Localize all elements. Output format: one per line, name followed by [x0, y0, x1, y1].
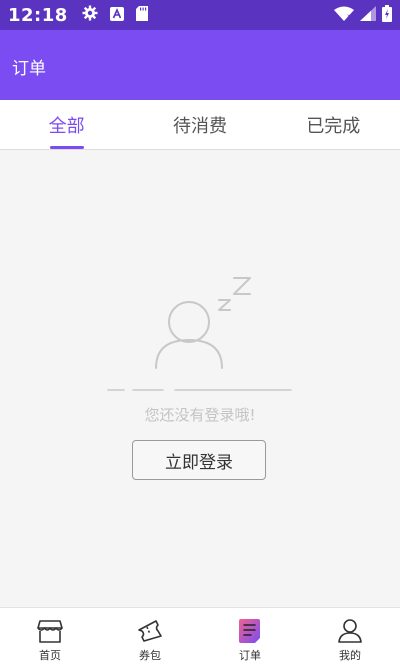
text-a-icon [109, 6, 124, 25]
order-tabs: 全部 待消费 已完成 [0, 100, 400, 150]
order-doc-icon [236, 618, 264, 644]
tab-all-label: 全部 [48, 115, 85, 137]
sd-card-icon [135, 5, 148, 25]
nav-item-coupons[interactable]: 券包 [100, 608, 200, 667]
battery-charging-icon [382, 4, 392, 26]
nav-label-orders: 订单 [239, 649, 261, 662]
wifi-icon: x [334, 6, 354, 25]
app-bar: 订单 [0, 30, 400, 100]
status-time: 12:18 [8, 4, 68, 26]
tab-active-indicator [49, 146, 84, 149]
profile-icon [336, 618, 364, 644]
tab-pending-label: 待消费 [172, 115, 227, 137]
svg-text:x: x [347, 13, 351, 20]
nav-item-orders[interactable]: 订单 [200, 608, 300, 667]
tab-pending[interactable]: 待消费 [133, 100, 266, 149]
nav-item-profile[interactable]: 我的 [300, 608, 400, 667]
nav-item-home[interactable]: 首页 [0, 608, 100, 667]
page-title: 订单 [12, 59, 46, 79]
empty-state-message: 您还没有登录哦! [144, 406, 256, 424]
ticket-icon [136, 618, 164, 644]
nav-label-home: 首页 [39, 649, 61, 662]
login-button[interactable]: 立即登录 [132, 440, 266, 480]
tab-completed-label: 已完成 [306, 115, 361, 137]
status-bar: 12:18 x [0, 0, 400, 30]
sleeping-user-icon [100, 270, 300, 400]
settings-icon [82, 5, 98, 25]
tab-all[interactable]: 全部 [0, 100, 133, 149]
nav-label-profile: 我的 [339, 649, 361, 662]
tab-completed[interactable]: 已完成 [267, 100, 400, 149]
signal-icon [360, 5, 376, 25]
store-icon [36, 618, 64, 644]
nav-label-coupons: 券包 [139, 649, 161, 662]
bottom-nav: 首页 券包 订单 我的 [0, 607, 400, 667]
